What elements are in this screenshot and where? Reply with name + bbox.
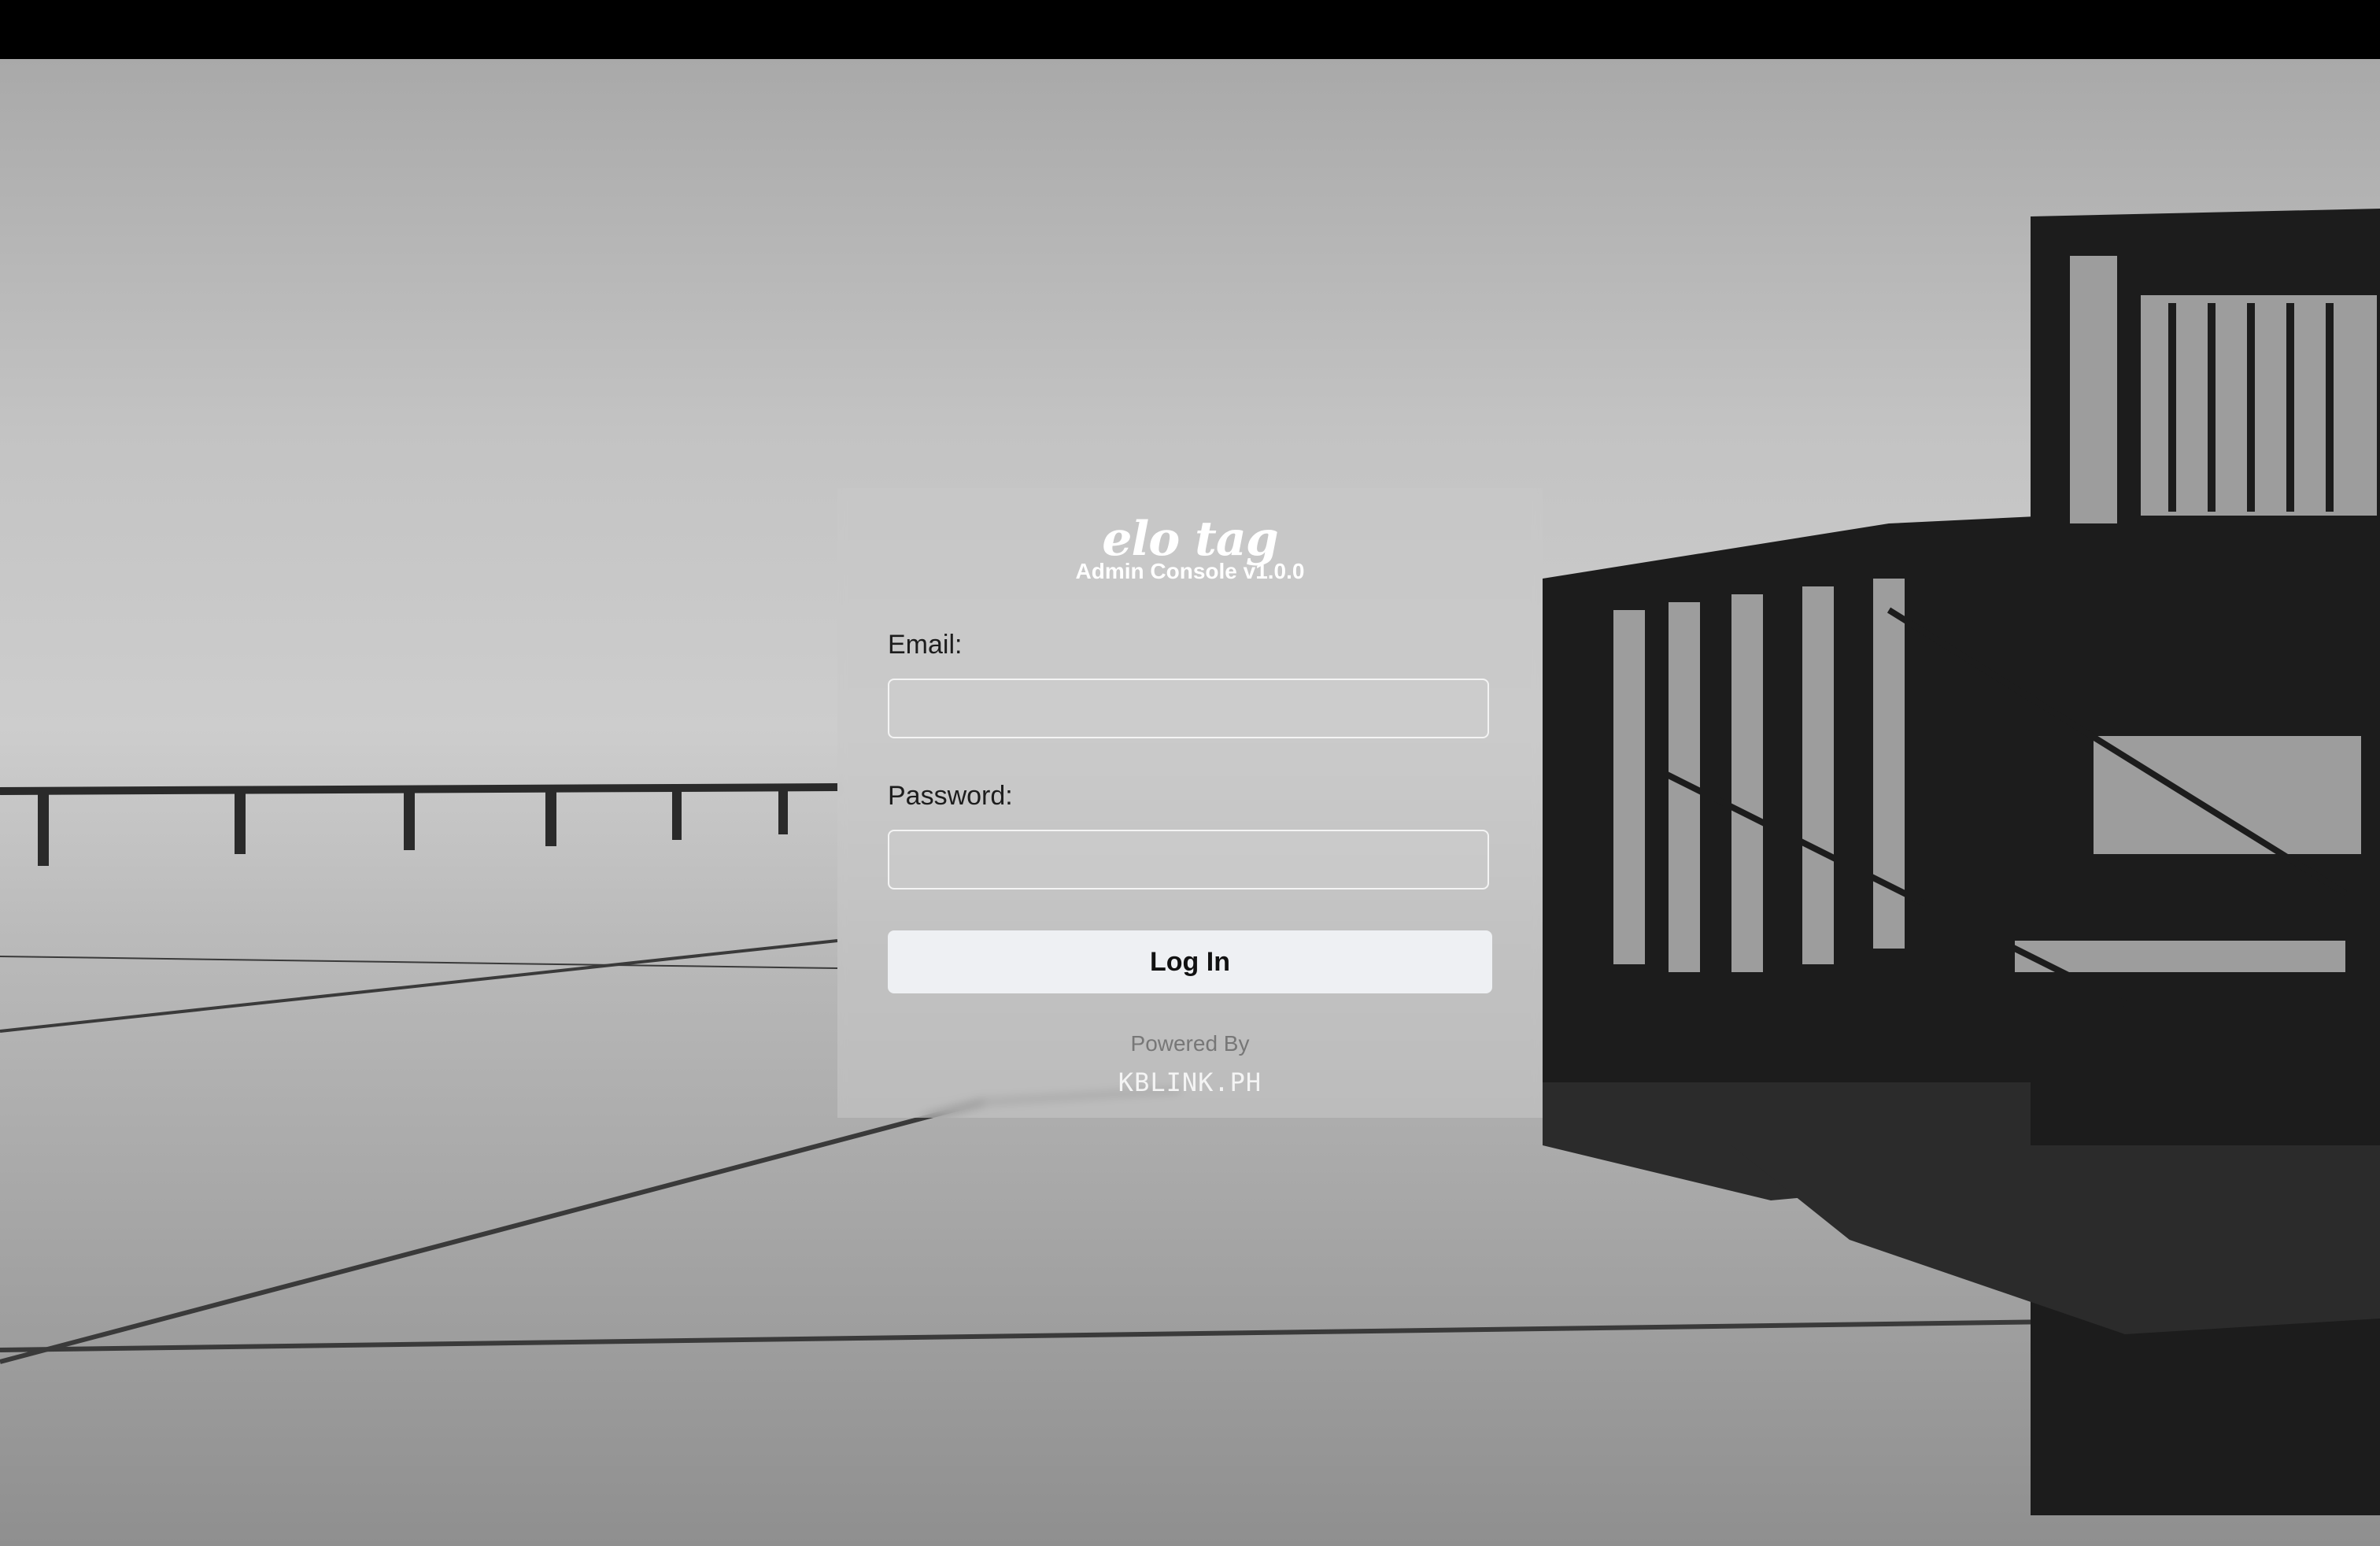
login-panel: elo tag Admin Console v1.0.0 Email: Pass… <box>837 488 1543 1118</box>
company-logo-text: KBLINK.PH <box>1118 1067 1262 1097</box>
powered-by-text: Powered By <box>1130 1031 1250 1056</box>
console-version-subtitle: Admin Console v1.0.0 <box>1075 559 1305 583</box>
top-bar <box>0 0 2380 59</box>
email-input[interactable] <box>888 679 1489 738</box>
email-label: Email: <box>888 630 963 660</box>
login-button[interactable]: Log In <box>888 930 1492 993</box>
password-input[interactable] <box>888 830 1489 890</box>
password-label: Password: <box>888 781 1013 811</box>
